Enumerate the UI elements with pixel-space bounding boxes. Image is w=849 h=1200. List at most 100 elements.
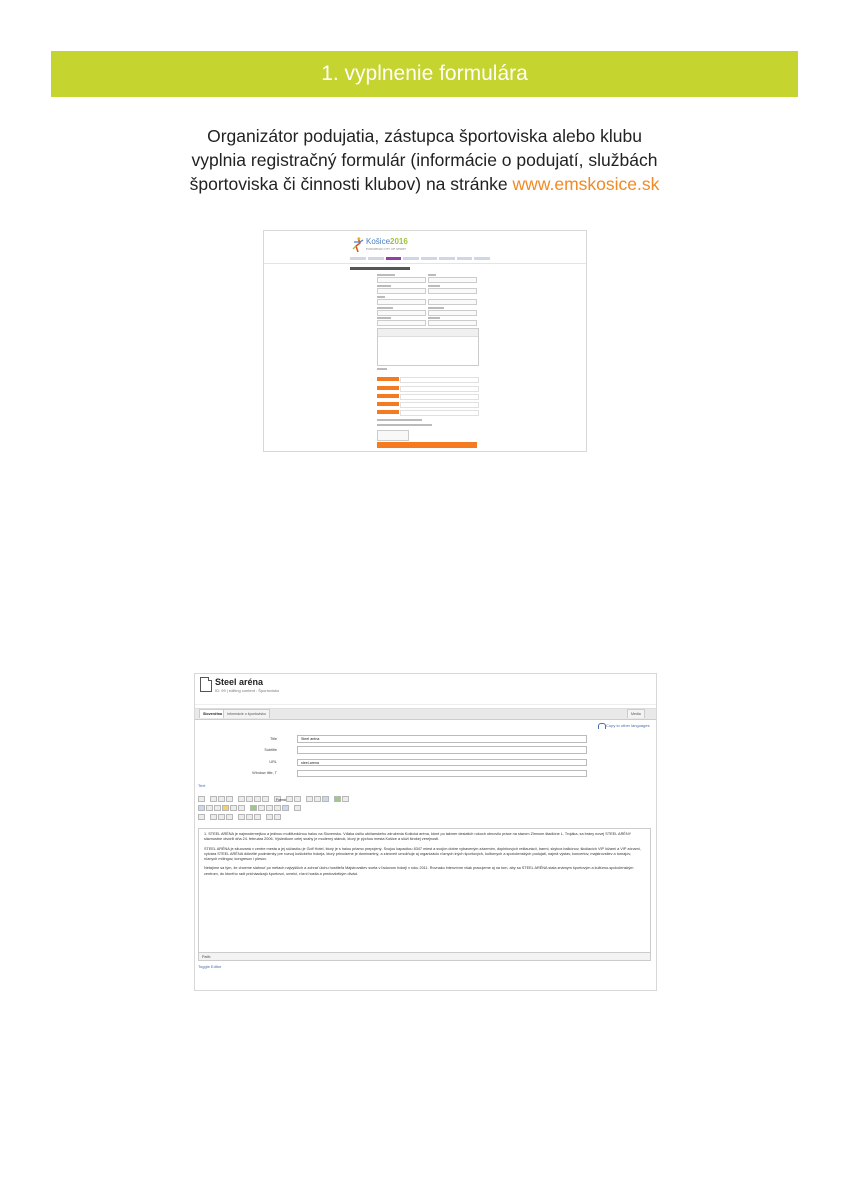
intro-line-1: Organizátor podujatia, zástupca športovi… xyxy=(207,126,642,146)
row-before-icon[interactable] xyxy=(210,813,217,820)
captcha-box[interactable] xyxy=(377,430,409,441)
field-label xyxy=(377,317,391,319)
upload-button[interactable] xyxy=(377,377,399,381)
form-field[interactable] xyxy=(377,299,426,305)
consent-text xyxy=(377,419,422,421)
nav-item[interactable] xyxy=(367,257,384,260)
field-label xyxy=(377,285,391,287)
section-banner: 1. vyplnenie formulára xyxy=(51,51,798,97)
subtitle-input[interactable] xyxy=(297,746,587,754)
row-after-icon[interactable] xyxy=(218,813,225,820)
more-icon[interactable] xyxy=(294,804,301,811)
subtitle-label: Subtitle xyxy=(264,748,277,752)
format-select[interactable]: Formát xyxy=(274,795,287,802)
nav-item[interactable] xyxy=(421,257,437,260)
title-input[interactable]: Steel aréna xyxy=(297,735,587,743)
upload-button[interactable] xyxy=(377,410,399,414)
col-before-icon[interactable] xyxy=(238,813,245,820)
redo-icon[interactable] xyxy=(314,795,321,802)
form-field[interactable] xyxy=(428,320,477,326)
logo-subtitle: EUROPEAN CITY OF SPORT xyxy=(366,247,406,251)
nav-item[interactable] xyxy=(403,257,419,260)
bold-icon[interactable] xyxy=(210,795,217,802)
copy-arrow-icon xyxy=(598,723,606,729)
toggle-editor-link[interactable]: Toggle Editor xyxy=(198,964,221,969)
nav-item-active[interactable] xyxy=(385,257,402,260)
link-icon[interactable] xyxy=(322,795,329,802)
paste-word-icon[interactable] xyxy=(222,804,229,811)
horizontal-rule-icon[interactable] xyxy=(266,804,273,811)
form-field[interactable] xyxy=(428,310,477,316)
editor-toolbar-row-3 xyxy=(198,813,281,820)
nav-item[interactable] xyxy=(438,257,455,260)
outdent-icon[interactable] xyxy=(230,804,237,811)
editor-path-bar: Path: xyxy=(198,953,651,961)
col-after-icon[interactable] xyxy=(246,813,253,820)
list-bullet-icon[interactable] xyxy=(286,795,293,802)
field-label xyxy=(377,296,385,298)
upload-row xyxy=(400,402,479,408)
align-center-icon[interactable] xyxy=(246,795,253,802)
tab-slovencina[interactable]: Slovenčina xyxy=(199,709,226,718)
form-field[interactable] xyxy=(377,310,426,316)
form-field[interactable] xyxy=(428,277,477,283)
editor-content[interactable]: 1. STEEL ARÉNA je najmodernejšou a jedin… xyxy=(198,828,651,953)
strikethrough-icon[interactable] xyxy=(226,795,233,802)
website-link[interactable]: www.emskosice.sk xyxy=(513,174,660,194)
chevron-down-icon[interactable] xyxy=(342,795,349,802)
align-left-icon[interactable] xyxy=(238,795,245,802)
logo-text: Košice2016 xyxy=(366,237,408,246)
form-field[interactable] xyxy=(377,288,426,294)
align-right-icon[interactable] xyxy=(254,795,261,802)
delete-row-icon[interactable] xyxy=(226,813,233,820)
nav-item[interactable] xyxy=(456,257,473,260)
copy-icon[interactable] xyxy=(206,804,213,811)
copy-languages-link[interactable]: Copy to other languages xyxy=(606,723,650,728)
image-icon[interactable] xyxy=(250,804,257,811)
list-number-icon[interactable] xyxy=(294,795,301,802)
split-cells-icon[interactable] xyxy=(274,813,281,820)
upload-button[interactable] xyxy=(377,402,399,406)
form-field[interactable] xyxy=(377,320,426,326)
form-field[interactable] xyxy=(377,277,426,283)
merge-cells-icon[interactable] xyxy=(266,813,273,820)
form-field[interactable] xyxy=(428,288,477,294)
logo-year: 2016 xyxy=(390,237,408,246)
tab-media[interactable]: Media xyxy=(627,709,645,718)
tab-informacie[interactable]: Informácie o športovisku xyxy=(223,709,270,718)
consent-text xyxy=(377,424,432,426)
table-icon[interactable] xyxy=(198,813,205,820)
paste-text-icon[interactable] xyxy=(214,804,221,811)
upload-button[interactable] xyxy=(377,394,399,398)
special-char-icon[interactable] xyxy=(258,804,265,811)
upload-button[interactable] xyxy=(377,386,399,390)
anchor-icon[interactable] xyxy=(282,804,289,811)
url-input[interactable]: steel-arena xyxy=(297,759,587,766)
delete-col-icon[interactable] xyxy=(254,813,261,820)
field-label xyxy=(428,285,440,287)
nav-item[interactable] xyxy=(350,257,366,260)
editor-toolbar-row-2 xyxy=(198,804,301,811)
registration-form-screenshot: Košice2016 EUROPEAN CITY OF SPORT xyxy=(263,230,587,452)
nav-item[interactable] xyxy=(474,257,490,260)
indent-icon[interactable] xyxy=(238,804,245,811)
field-label xyxy=(428,274,436,276)
editor-toolbar xyxy=(378,329,478,337)
undo-icon[interactable] xyxy=(306,795,313,802)
logo-city: Košice xyxy=(366,237,391,246)
submit-button[interactable] xyxy=(377,442,477,448)
title-label: Title xyxy=(269,737,277,741)
form-field[interactable] xyxy=(428,299,477,305)
window-title-input[interactable] xyxy=(297,770,587,777)
field-label xyxy=(428,307,444,309)
path-label: Path: xyxy=(202,955,211,959)
paste-icon[interactable] xyxy=(334,795,341,802)
field-label xyxy=(428,317,440,319)
italic-icon[interactable] xyxy=(218,795,225,802)
description-editor[interactable] xyxy=(377,328,479,366)
align-justify-icon[interactable] xyxy=(262,795,269,802)
quote-icon[interactable] xyxy=(274,804,281,811)
text-link[interactable]: Text xyxy=(198,783,205,788)
source-icon[interactable] xyxy=(198,795,205,802)
cut-icon[interactable] xyxy=(198,804,205,811)
